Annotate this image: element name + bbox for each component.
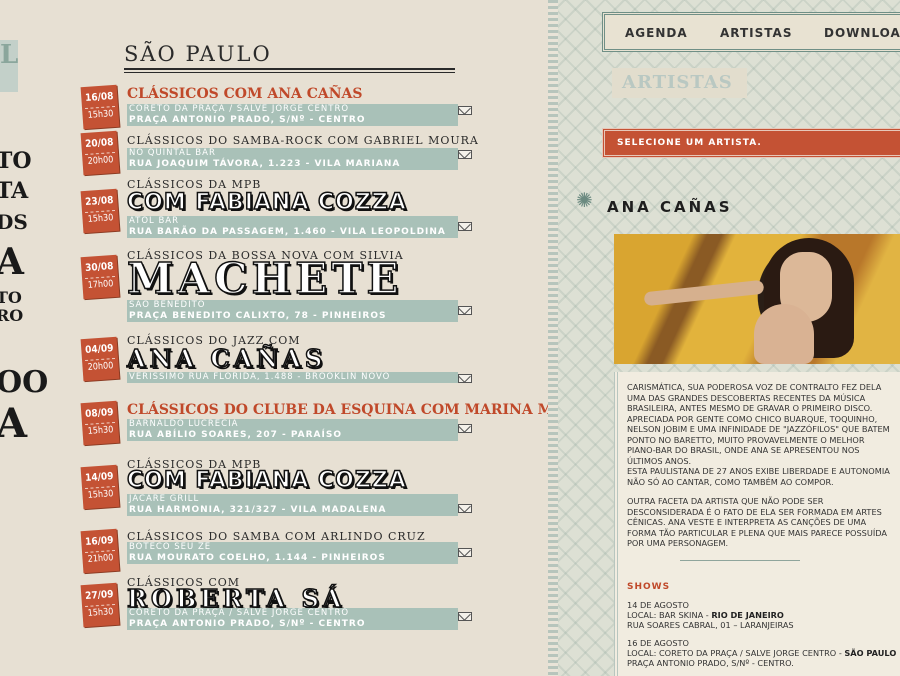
shows-title: SHOWS: [627, 582, 671, 592]
event-artist-highlight[interactable]: COM FABIANA COZZA: [126, 467, 407, 494]
bio-paragraph: ESTA PAULISTANA DE 27 ANOS EXIBE LIBERDA…: [627, 466, 890, 487]
divider: [124, 72, 455, 73]
main-nav: AGENDA ARTISTAS DOWNLOAD: [602, 12, 900, 52]
email-icon[interactable]: [458, 222, 472, 231]
show-date: 16 DE AGOSTO: [627, 638, 689, 648]
event-artist-highlight[interactable]: MACHETE: [126, 253, 402, 304]
event-address: PRAÇA ANTONIO PRADO, S/Nº - CENTRO: [129, 115, 366, 125]
email-icon[interactable]: [458, 424, 472, 433]
event-address-bar: PRAÇA ANTONIO PRADO, S/Nº - CENTRO: [127, 115, 458, 126]
star-ornament-icon: ✺: [576, 188, 593, 212]
edge-fragment: TO: [0, 148, 32, 174]
date-tag: 30/08 17h00: [80, 254, 120, 300]
date-tag: 23/08 15h30: [80, 188, 120, 234]
edge-fragment: TO: [0, 288, 22, 307]
event-title[interactable]: CLÁSSICOS DO SAMBA-ROCK COM GABRIEL MOUR…: [127, 134, 479, 147]
event-venue: NO QUINTAL BAR: [127, 148, 458, 159]
event-address-bar: RUA ABÍLIO SOARES, 207 - PARAÍSO: [127, 430, 458, 441]
event-title[interactable]: CLÁSSICOS DO CLUBE DA ESQUINA COM MARINA…: [127, 402, 548, 418]
event-address-bar: RUA HARMONIA, 321/327 - VILA MADALENA: [127, 505, 458, 516]
show-date: 14 DE AGOSTO: [627, 600, 689, 610]
edge-fragment: TA: [0, 178, 29, 204]
event-address: RUA ABÍLIO SOARES, 207 - PARAÍSO: [129, 430, 342, 440]
event-address-bar: RUA MOURATO COELHO, 1.144 - PINHEIROS: [127, 553, 458, 564]
edge-fragment: DS: [0, 210, 28, 234]
edge-fragment: A: [0, 241, 24, 283]
email-icon[interactable]: [458, 548, 472, 557]
event-address: RUA JOAQUIM TÁVORA, 1.223 - VILA MARIANA: [129, 159, 401, 169]
date-tag: 04/09 20h00: [80, 336, 120, 382]
show-local: LOCAL: BAR SKINA - RIO DE JANEIRO: [627, 610, 784, 620]
email-icon[interactable]: [458, 106, 472, 115]
event-venue: ATOL BAR: [127, 216, 458, 227]
event-address-bar: PRAÇA ANTONIO PRADO, S/Nº - CENTRO: [127, 619, 458, 630]
email-icon[interactable]: [458, 374, 472, 383]
event-address: PRAÇA BENEDITO CALIXTO, 78 - PINHEIROS: [129, 311, 387, 321]
email-icon[interactable]: [458, 504, 472, 513]
event-address: PRAÇA ANTONIO PRADO, S/Nº - CENTRO: [129, 619, 366, 629]
email-icon[interactable]: [458, 612, 472, 621]
edge-poster-fragment: L TO TA DS A TO RO OO A: [0, 0, 48, 676]
event-venue: VERISSIMO RUA FLÓRIDA, 1.488 - BROOKLIN …: [127, 372, 458, 383]
event-address-bar: PRAÇA BENEDITO CALIXTO, 78 - PINHEIROS: [127, 311, 458, 322]
event-venue: CORETO DA PRAÇA / SALVE JORGE CENTRO: [127, 104, 458, 115]
nav-artistas[interactable]: ARTISTAS: [720, 26, 792, 40]
show-address: RUA SOARES CABRAL, 01 – LARANJEIRAS: [627, 620, 794, 630]
nav-agenda[interactable]: AGENDA: [625, 26, 688, 40]
event-venue: BOTECO SEU ZÉ: [127, 542, 458, 553]
event-venue: BARNALDO LUCRÉCIA: [127, 419, 458, 430]
event-address: RUA BARÃO DA PASSAGEM, 1.460 - VILA LEOP…: [129, 227, 446, 237]
event-title[interactable]: CLÁSSICOS COM ANA CAÑAS: [127, 86, 363, 102]
edge-fragment: A: [0, 400, 28, 447]
event-address-bar: RUA JOAQUIM TÁVORA, 1.223 - VILA MARIANA: [127, 159, 458, 170]
date-tag: 20/08 20h00: [80, 130, 120, 176]
edge-fragment: OO: [0, 365, 49, 400]
section-title: ARTISTAS: [612, 68, 747, 98]
event-venue: JACARÉ GRILL: [127, 494, 458, 505]
event-artist-highlight[interactable]: COM FABIANA COZZA: [126, 189, 407, 216]
event-artist-highlight[interactable]: ANA CAÑAS: [126, 343, 326, 374]
panel-divider: [548, 0, 558, 676]
date-tag: 16/09 21h00: [80, 528, 120, 574]
city-title: SÃO PAULO: [124, 42, 272, 66]
agenda-panel: L TO TA DS A TO RO OO A SÃO PAULO 16/08 1…: [0, 0, 548, 676]
artist-select[interactable]: SELECIONE UM ARTISTA.: [602, 128, 900, 158]
divider-ornament: [680, 560, 800, 567]
nav-download[interactable]: DOWNLOAD: [824, 26, 900, 40]
date-tag: 08/09 15h30: [80, 400, 120, 446]
email-icon[interactable]: [458, 306, 472, 315]
date-tag: 14/09 15h30: [80, 464, 120, 510]
divider: [124, 68, 455, 70]
event-venue: SÃO BENEDITO: [127, 300, 458, 311]
show-address: PRAÇA ANTONIO PRADO, S/Nº - CENTRO.: [627, 658, 794, 668]
bio-paragraph: OUTRA FACETA DA ARTISTA QUE NÃO PODE SER…: [627, 496, 888, 548]
show-local: LOCAL: CORETO DA PRAÇA / SALVE JORGE CEN…: [627, 648, 897, 658]
artist-name: ANA CAÑAS: [607, 198, 733, 216]
email-icon[interactable]: [458, 150, 472, 159]
date-tag: 27/09 15h30: [80, 582, 120, 628]
artist-photo: [614, 234, 900, 364]
edge-letter-l: L: [0, 40, 18, 92]
bio-paragraph: CARISMÁTICA, SUA PODEROSA VOZ DE CONTRAL…: [627, 382, 890, 466]
date-tag: 16/08 15h30: [80, 84, 120, 130]
event-address: RUA MOURATO COELHO, 1.144 - PINHEIROS: [129, 553, 386, 563]
edge-fragment: RO: [0, 306, 24, 325]
event-venue: CORETO DA PRAÇA / SALVE JORGE CENTRO: [127, 608, 458, 619]
event-address: RUA HARMONIA, 321/327 - VILA MADALENA: [129, 505, 387, 515]
event-address-bar: RUA BARÃO DA PASSAGEM, 1.460 - VILA LEOP…: [127, 227, 458, 238]
